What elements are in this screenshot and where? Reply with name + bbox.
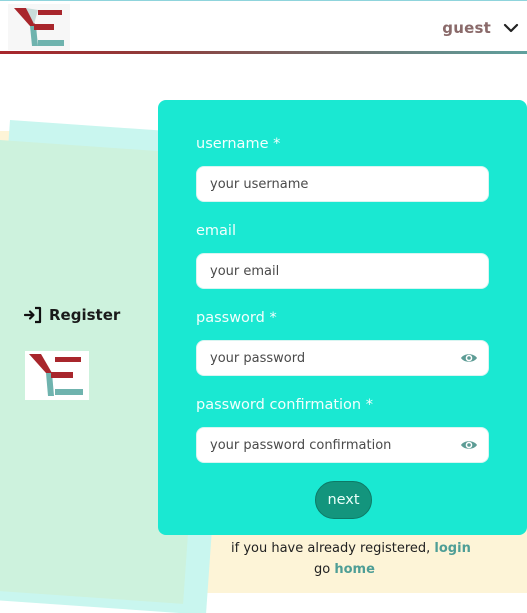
sign-in-icon (24, 306, 42, 324)
password-confirmation-field[interactable] (210, 437, 460, 453)
password-confirmation-field-wrapper[interactable] (196, 427, 489, 463)
chevron-down-icon[interactable] (503, 20, 519, 36)
register-logo (25, 351, 89, 400)
username-label: username * (196, 136, 281, 152)
password-confirmation-label: password confirmation * (196, 397, 373, 413)
register-heading: Register (24, 306, 120, 324)
password-field-wrapper[interactable] (196, 340, 489, 376)
top-header: guest (0, 0, 527, 52)
show-password-confirmation-eye-icon[interactable] (460, 436, 478, 454)
header-divider (0, 51, 527, 54)
email-field-wrapper[interactable] (196, 253, 489, 289)
already-registered-label: if you have already registered, (231, 541, 431, 556)
next-button[interactable]: next (315, 481, 372, 519)
username-field-wrapper[interactable] (196, 166, 489, 202)
username-field[interactable] (210, 176, 478, 192)
show-password-eye-icon[interactable] (460, 349, 478, 367)
go-label: go (314, 562, 331, 577)
go-home-text: go home (314, 562, 375, 577)
register-form: username * email password * password con… (158, 100, 527, 535)
login-link[interactable]: login (434, 541, 470, 556)
user-menu-label[interactable]: guest (442, 19, 491, 37)
home-link[interactable]: home (334, 562, 375, 577)
password-label: password * (196, 310, 277, 326)
email-label: email (196, 223, 236, 239)
register-label: Register (49, 306, 121, 324)
register-page: guest Register username * email (0, 0, 527, 613)
password-field[interactable] (210, 350, 460, 366)
already-registered-text: if you have already registered, login (231, 541, 471, 556)
user-menu[interactable]: guest (442, 17, 519, 39)
email-field[interactable] (210, 263, 478, 279)
app-logo[interactable] (8, 4, 70, 50)
